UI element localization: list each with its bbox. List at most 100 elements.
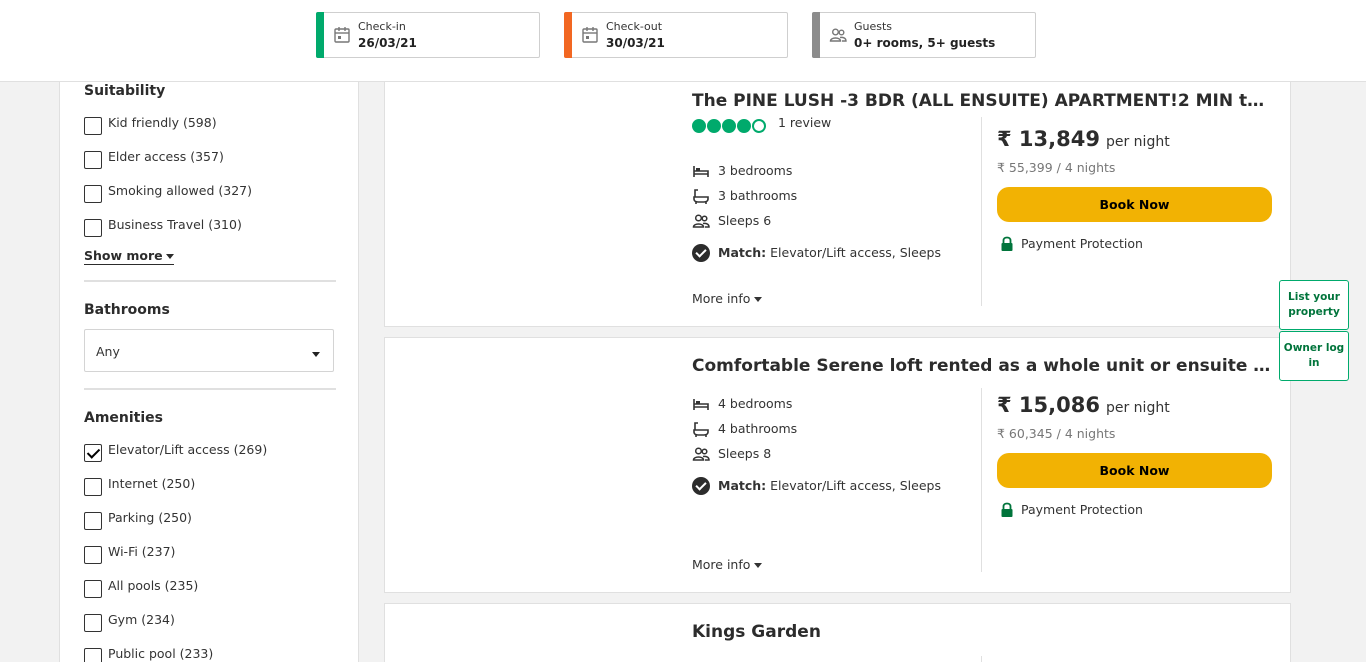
bed-icon	[693, 399, 709, 410]
guests-icon	[829, 28, 847, 42]
match-label: Match:	[718, 478, 767, 493]
sleeps-text: Sleeps 6	[718, 213, 772, 228]
checkout-label: Check-out	[606, 20, 663, 33]
show-more-label: Show more	[84, 248, 163, 263]
divider	[84, 388, 336, 390]
bedrooms-text: 3 bedrooms	[718, 163, 793, 178]
list-property-label: List your property	[1288, 291, 1340, 318]
filter-label: Business Travel (310)	[108, 217, 242, 232]
filter-kid-friendly[interactable]: Kid friendly (598)	[84, 115, 344, 135]
more-info-label: More info	[692, 291, 751, 306]
per-night-label: per night	[1105, 400, 1170, 416]
divider	[981, 388, 982, 572]
rating-bubble-full	[722, 118, 736, 133]
divider	[981, 656, 982, 662]
bathrooms-select[interactable]: Any	[84, 329, 334, 372]
per-night-label: per night	[1105, 134, 1170, 150]
checkbox[interactable]	[84, 648, 102, 662]
checkout-field[interactable]: Check-out 30/03/21	[564, 12, 788, 58]
payment-protection: Payment Protection	[997, 235, 1257, 253]
payment-protection: Payment Protection	[997, 501, 1257, 519]
checkbox[interactable]	[84, 117, 102, 135]
payment-protection-text: Payment Protection	[1021, 502, 1143, 517]
payment-protection-text: Payment Protection	[1021, 236, 1143, 251]
rating-bubble-full	[692, 118, 706, 133]
filter-elder-access[interactable]: Elder access (357)	[84, 149, 344, 169]
checkbox[interactable]	[84, 546, 102, 564]
checkbox[interactable]	[84, 185, 102, 203]
calendar-icon	[582, 27, 598, 43]
checkin-field[interactable]: Check-in 26/03/21	[316, 12, 540, 58]
checkout-stripe	[564, 12, 572, 58]
review-count[interactable]: 1 review	[778, 115, 831, 130]
filter-label: All pools (235)	[108, 578, 199, 593]
bathtub-icon	[693, 422, 709, 437]
guests-field[interactable]: Guests 0+ rooms, 5+ guests	[812, 12, 1036, 58]
calendar-icon	[334, 27, 350, 43]
people-icon	[692, 214, 710, 228]
filter-label: Elder access (357)	[108, 149, 224, 164]
match-value: Elevator/Lift access, Sleeps	[770, 245, 941, 260]
rating-bubble-full	[707, 118, 721, 133]
listing-title[interactable]: The PINE LUSH -3 BDR (ALL ENSUITE) APART…	[692, 91, 1272, 111]
bedrooms-text: 4 bedrooms	[718, 396, 793, 411]
filter-all-pools[interactable]: All pools (235)	[84, 578, 344, 598]
price-row: ₹ 13,849 per night	[997, 127, 1170, 151]
caret-down-icon	[754, 297, 763, 302]
caret-down-icon	[165, 254, 174, 259]
show-more-link[interactable]: Show more	[84, 248, 174, 265]
bathrooms-selected: Any	[96, 344, 120, 359]
checkbox[interactable]	[84, 151, 102, 169]
listing-card[interactable]: Comfortable Serene loft rented as a whol…	[384, 337, 1291, 593]
checkbox[interactable]	[84, 614, 102, 632]
checkbox[interactable]	[84, 512, 102, 530]
bathrooms-text: 3 bathrooms	[718, 188, 798, 203]
filter-label: Wi-Fi (237)	[108, 544, 176, 559]
listing-card[interactable]: The PINE LUSH -3 BDR (ALL ENSUITE) APART…	[384, 66, 1291, 327]
bathtub-icon	[693, 189, 709, 204]
filter-internet[interactable]: Internet (250)	[84, 476, 344, 496]
listing-title[interactable]: Comfortable Serene loft rented as a whol…	[692, 356, 1272, 376]
amenities-title: Amenities	[84, 410, 164, 426]
listing-title[interactable]: Kings Garden	[692, 622, 821, 642]
bedrooms-feature: 3 bedrooms	[692, 162, 962, 180]
checkbox[interactable]	[84, 478, 102, 496]
book-now-button[interactable]: Book Now	[997, 453, 1272, 488]
match-label: Match:	[718, 245, 767, 260]
more-info-link[interactable]: More info	[692, 291, 763, 306]
filter-gym[interactable]: Gym (234)	[84, 612, 344, 632]
lock-icon	[1001, 236, 1013, 251]
checkin-label: Check-in	[358, 20, 406, 33]
filter-public-pool[interactable]: Public pool (233)	[84, 646, 344, 662]
filter-elevator[interactable]: Elevator/Lift access (269)	[84, 442, 344, 462]
filter-business-travel[interactable]: Business Travel (310)	[84, 217, 344, 237]
filter-smoking-allowed[interactable]: Smoking allowed (327)	[84, 183, 344, 203]
match-row: Match: Elevator/Lift access, Sleeps	[692, 476, 972, 496]
total-price: ₹ 60,345 / 4 nights	[997, 426, 1116, 441]
more-info-link[interactable]: More info	[692, 557, 763, 572]
checkbox[interactable]	[84, 219, 102, 237]
filter-parking[interactable]: Parking (250)	[84, 510, 344, 530]
bathrooms-title: Bathrooms	[84, 302, 170, 318]
lock-icon	[1001, 502, 1013, 517]
filter-sidebar: Suitability Kid friendly (598) Elder acc…	[59, 82, 359, 662]
filter-label: Smoking allowed (327)	[108, 183, 252, 198]
filter-wifi[interactable]: Wi-Fi (237)	[84, 544, 344, 564]
caret-down-icon	[754, 563, 763, 568]
list-property-button[interactable]: List your property	[1279, 280, 1349, 330]
checkbox-checked[interactable]	[84, 444, 102, 462]
people-icon	[692, 447, 710, 461]
listing-card[interactable]: Kings Garden	[384, 603, 1291, 662]
price-amount: ₹ 13,849	[997, 127, 1100, 151]
rating-bubbles: 1 review	[692, 115, 831, 133]
checkbox[interactable]	[84, 580, 102, 598]
caret-down-icon	[312, 352, 320, 357]
book-now-button[interactable]: Book Now	[997, 187, 1272, 222]
filter-label: Elevator/Lift access (269)	[108, 442, 268, 457]
owner-login-button[interactable]: Owner log in	[1279, 331, 1349, 381]
total-price: ₹ 55,399 / 4 nights	[997, 160, 1116, 175]
match-row: Match: Elevator/Lift access, Sleeps	[692, 243, 972, 263]
price-row: ₹ 15,086 per night	[997, 393, 1170, 417]
guests-value: 0+ rooms, 5+ guests	[854, 36, 996, 50]
filter-label: Gym (234)	[108, 612, 175, 627]
